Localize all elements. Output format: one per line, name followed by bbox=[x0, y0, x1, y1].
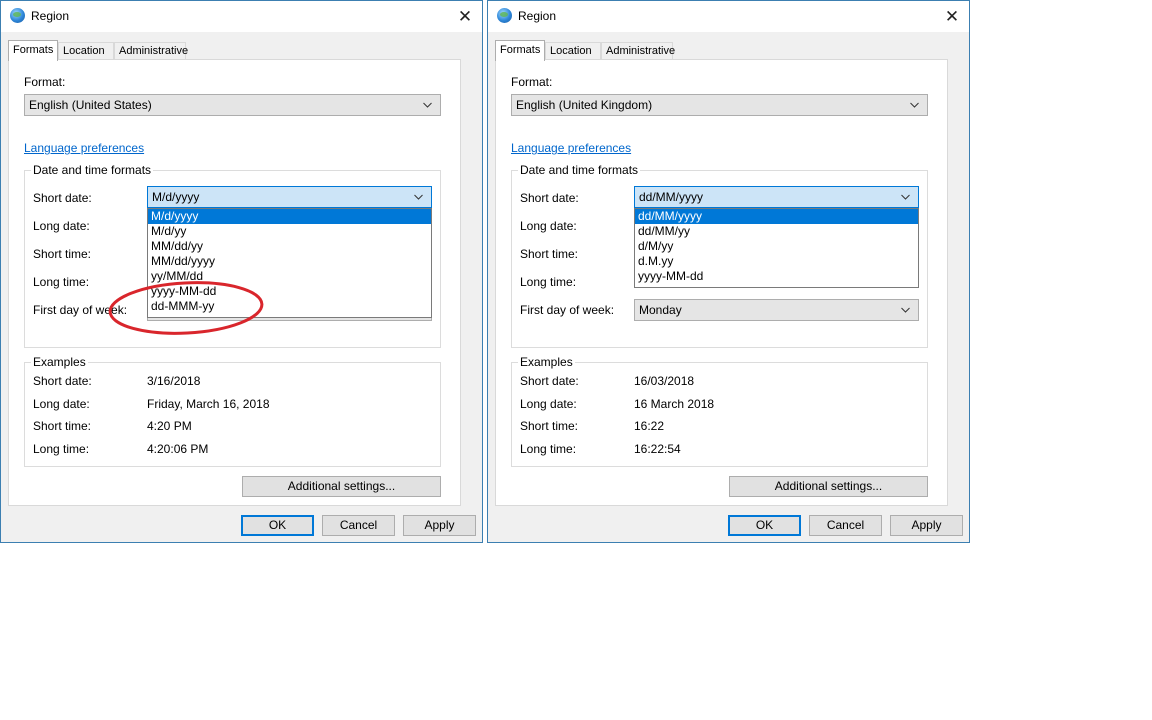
long-date-label: Long date: bbox=[33, 219, 90, 233]
first-day-select[interactable]: Monday bbox=[634, 299, 919, 321]
region-dialog-us: Region ✕ Formats Location Administrative… bbox=[0, 0, 483, 543]
formats-panel: Format: English (United States) Language… bbox=[8, 59, 461, 506]
formats-panel: Format: English (United Kingdom) Languag… bbox=[495, 59, 948, 506]
dropdown-option[interactable]: yyyy-MM-dd bbox=[635, 269, 918, 284]
example-label: Long date: bbox=[520, 397, 577, 411]
ok-button[interactable]: OK bbox=[241, 515, 314, 536]
format-select-value: English (United Kingdom) bbox=[516, 98, 653, 112]
datetime-formats-group: Date and time formats Short date: Long d… bbox=[24, 163, 441, 348]
datetime-group-title: Date and time formats bbox=[518, 163, 641, 177]
dropdown-option[interactable]: dd/MM/yyyy bbox=[635, 209, 918, 224]
tab-administrative[interactable]: Administrative bbox=[601, 42, 675, 59]
short-date-dropdown-list: dd/MM/yyyy dd/MM/yy d/M/yy d.M.yy yyyy-M… bbox=[634, 208, 919, 288]
apply-button[interactable]: Apply bbox=[890, 515, 963, 536]
datetime-formats-group: Date and time formats Short date: Long d… bbox=[511, 163, 928, 348]
title-bar: Region ✕ bbox=[488, 1, 969, 32]
example-label: Long time: bbox=[33, 442, 90, 456]
chevron-down-icon bbox=[901, 194, 910, 200]
format-label: Format: bbox=[511, 75, 553, 89]
short-date-select[interactable]: dd/MM/yyyy bbox=[634, 186, 919, 208]
example-label: Long date: bbox=[33, 397, 90, 411]
dropdown-option[interactable]: MM/dd/yyyy bbox=[148, 254, 431, 269]
dropdown-option[interactable]: M/d/yy bbox=[148, 224, 431, 239]
example-label: Long time: bbox=[520, 442, 577, 456]
dropdown-option[interactable]: M/d/yyyy bbox=[148, 209, 431, 224]
example-value: 16:22:54 bbox=[634, 442, 681, 456]
language-preferences-link[interactable]: Language preferences bbox=[24, 141, 144, 155]
region-dialog-uk: Region ✕ Formats Location Administrative… bbox=[487, 0, 970, 543]
tab-location[interactable]: Location bbox=[58, 42, 114, 59]
dropdown-option[interactable]: dd/MM/yy bbox=[635, 224, 918, 239]
long-time-label: Long time: bbox=[520, 275, 577, 289]
tab-administrative[interactable]: Administrative bbox=[114, 42, 188, 59]
example-value: 3/16/2018 bbox=[147, 374, 201, 388]
short-date-select[interactable]: M/d/yyyy bbox=[147, 186, 432, 208]
format-select-value: English (United States) bbox=[29, 98, 152, 112]
format-select[interactable]: English (United States) bbox=[24, 94, 441, 116]
dialog-title: Region bbox=[518, 9, 557, 23]
example-label: Short time: bbox=[520, 419, 579, 433]
example-value: Friday, March 16, 2018 bbox=[147, 397, 270, 411]
example-value: 4:20:06 PM bbox=[147, 442, 209, 456]
title-bar: Region ✕ bbox=[1, 1, 482, 32]
long-date-label: Long date: bbox=[520, 219, 577, 233]
dialog-title: Region bbox=[31, 9, 70, 23]
first-day-select-value: Monday bbox=[639, 303, 682, 317]
close-button[interactable]: ✕ bbox=[448, 1, 482, 32]
cancel-button[interactable]: Cancel bbox=[322, 515, 395, 536]
tab-location[interactable]: Location bbox=[545, 42, 601, 59]
additional-settings-button[interactable]: Additional settings... bbox=[242, 476, 441, 497]
additional-settings-button[interactable]: Additional settings... bbox=[729, 476, 928, 497]
dropdown-option[interactable]: d.M.yy bbox=[635, 254, 918, 269]
short-date-dropdown-list: M/d/yyyy M/d/yy MM/dd/yy MM/dd/yyyy yy/M… bbox=[147, 208, 432, 318]
chevron-down-icon bbox=[423, 102, 432, 108]
short-date-select-value: M/d/yyyy bbox=[152, 190, 200, 204]
example-value: 16 March 2018 bbox=[634, 397, 715, 411]
dropdown-option[interactable]: yy/MM/dd bbox=[148, 269, 431, 284]
examples-group: Examples Short date: 3/16/2018 Long date… bbox=[24, 355, 441, 467]
cancel-button[interactable]: Cancel bbox=[809, 515, 882, 536]
long-time-label: Long time: bbox=[33, 275, 90, 289]
example-value: 16:22 bbox=[634, 419, 665, 433]
format-select[interactable]: English (United Kingdom) bbox=[511, 94, 928, 116]
examples-group-title: Examples bbox=[31, 355, 88, 369]
short-date-label: Short date: bbox=[33, 191, 92, 205]
examples-group-title: Examples bbox=[518, 355, 575, 369]
example-value: 4:20 PM bbox=[147, 419, 192, 433]
tab-formats[interactable]: Formats bbox=[495, 40, 545, 61]
example-label: Short time: bbox=[33, 419, 92, 433]
dropdown-option[interactable]: d/M/yy bbox=[635, 239, 918, 254]
short-time-label: Short time: bbox=[520, 247, 579, 261]
examples-group: Examples Short date: 16/03/2018 Long dat… bbox=[511, 355, 928, 467]
chevron-down-icon bbox=[414, 194, 423, 200]
short-date-label: Short date: bbox=[520, 191, 579, 205]
ok-button[interactable]: OK bbox=[728, 515, 801, 536]
short-date-select-value: dd/MM/yyyy bbox=[639, 190, 704, 204]
example-label: Short date: bbox=[520, 374, 579, 388]
format-label: Format: bbox=[24, 75, 66, 89]
apply-button[interactable]: Apply bbox=[403, 515, 476, 536]
first-day-label: First day of week: bbox=[33, 303, 128, 317]
example-label: Short date: bbox=[33, 374, 92, 388]
dropdown-option[interactable]: yyyy-MM-dd bbox=[148, 284, 431, 299]
close-button[interactable]: ✕ bbox=[935, 1, 969, 32]
example-value: 16/03/2018 bbox=[634, 374, 695, 388]
language-preferences-link[interactable]: Language preferences bbox=[511, 141, 631, 155]
chevron-down-icon bbox=[901, 307, 910, 313]
short-time-label: Short time: bbox=[33, 247, 92, 261]
tab-formats[interactable]: Formats bbox=[8, 40, 58, 61]
dropdown-option[interactable]: MM/dd/yy bbox=[148, 239, 431, 254]
dropdown-option[interactable]: dd-MMM-yy bbox=[148, 299, 431, 314]
datetime-group-title: Date and time formats bbox=[31, 163, 154, 177]
globe-icon bbox=[10, 8, 25, 23]
first-day-label: First day of week: bbox=[520, 303, 615, 317]
chevron-down-icon bbox=[910, 102, 919, 108]
globe-icon bbox=[497, 8, 512, 23]
